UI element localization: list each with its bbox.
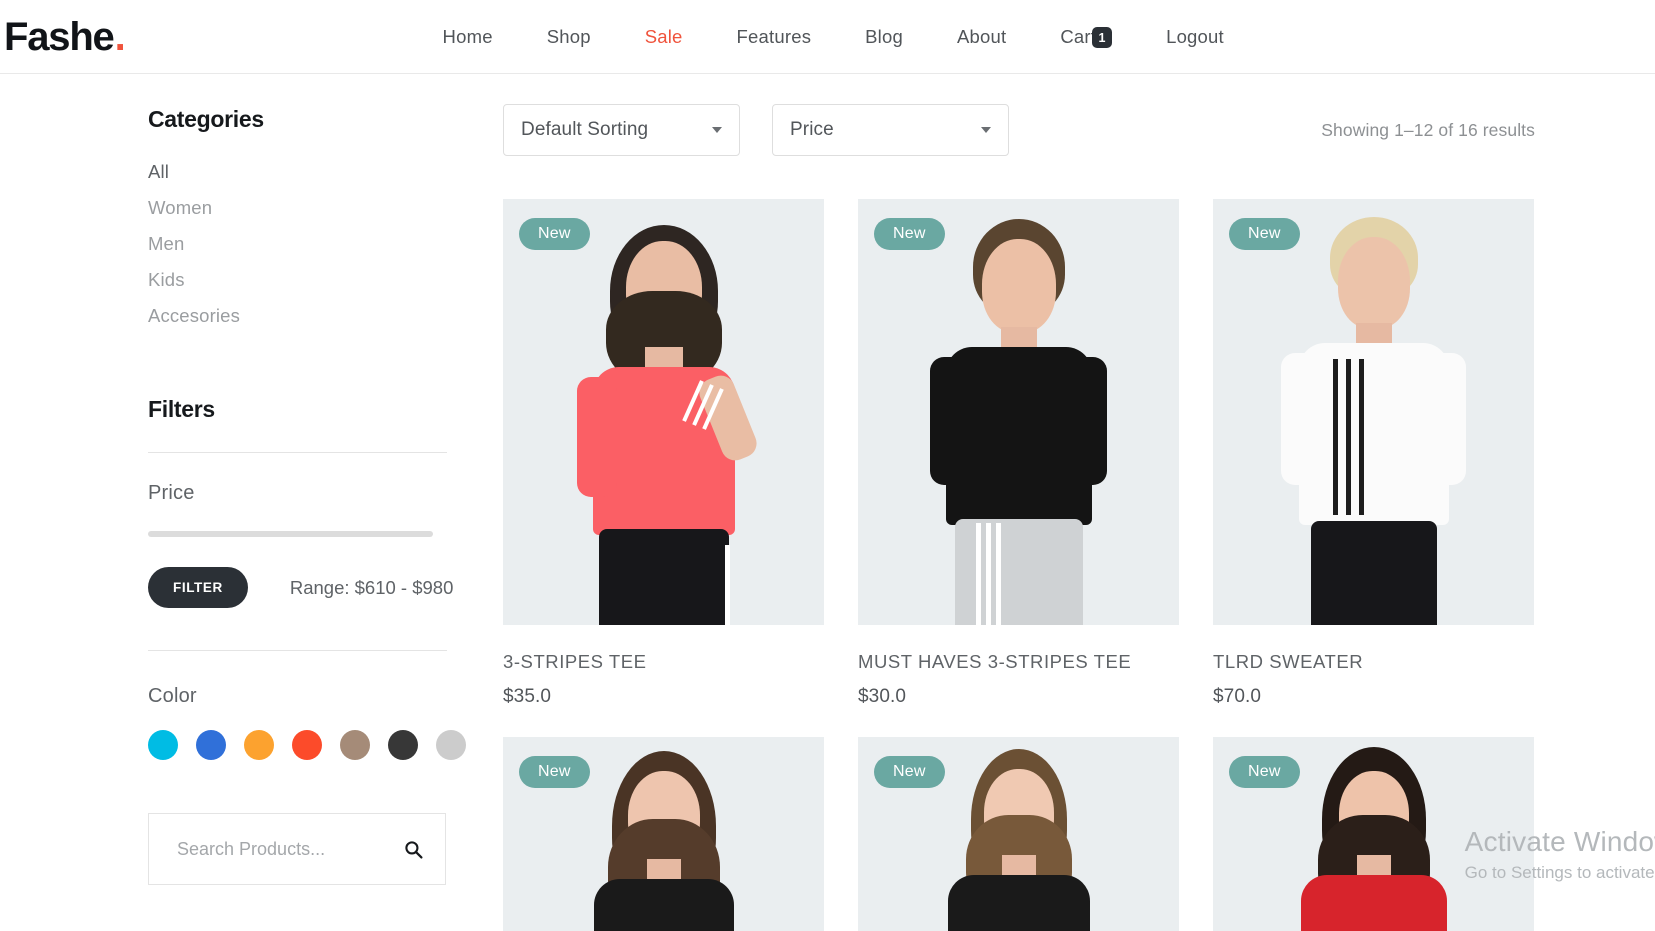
color-swatch-list — [148, 730, 503, 760]
chevron-down-icon — [981, 127, 991, 133]
product-card[interactable]: New TLRD SWEATER $70.0 — [1213, 199, 1534, 708]
filter-button[interactable]: FILTER — [148, 567, 248, 608]
product-photo-illustration — [1213, 199, 1534, 625]
product-photo-illustration — [858, 199, 1179, 625]
color-swatch-tan[interactable] — [340, 730, 370, 760]
nav-item-features[interactable]: Features — [737, 26, 812, 48]
color-filter-section: Color — [148, 685, 503, 760]
status-badge: New — [1229, 218, 1300, 250]
color-swatch-charcoal[interactable] — [388, 730, 418, 760]
product-card[interactable]: New — [858, 737, 1179, 931]
filters-section: Filters Price FILTER Range: $610 - $980 … — [148, 396, 503, 885]
filter-action-row: FILTER Range: $610 - $980 — [148, 567, 503, 608]
product-image[interactable]: New — [503, 199, 824, 625]
price-range-text: Range: $610 - $980 — [289, 576, 454, 598]
sorting-select-value: Default Sorting — [521, 119, 649, 140]
product-image[interactable]: New — [1213, 737, 1534, 931]
product-search-box[interactable] — [148, 813, 446, 885]
sidebar-item-women[interactable]: Women — [148, 190, 503, 226]
product-image[interactable]: New — [1213, 199, 1534, 625]
sorting-select[interactable]: Default Sorting — [503, 104, 740, 156]
filter-sidebar: Categories All Women Men Kids Accesories… — [0, 74, 503, 931]
nav-item-sale[interactable]: Sale — [645, 26, 683, 48]
cart-label: Cart — [1060, 25, 1097, 47]
filters-divider-top — [148, 452, 447, 453]
categories-title: Categories — [148, 106, 264, 132]
product-card[interactable]: New 3-STRIPES TEE $35.0 — [503, 199, 824, 708]
product-card[interactable]: New — [503, 737, 824, 931]
price-select[interactable]: Price — [772, 104, 1009, 156]
site-logo[interactable]: Fashe. — [0, 14, 126, 59]
nav-item-cart[interactable]: Cart 1 — [1060, 25, 1113, 48]
cart-count-badge: 1 — [1092, 27, 1113, 48]
product-grid: New 3-STRIPES TEE $35.0 New MUST HAVES 3… — [503, 199, 1535, 931]
product-image[interactable]: New — [858, 737, 1179, 931]
status-badge: New — [1229, 756, 1300, 788]
nav-item-about[interactable]: About — [957, 26, 1006, 48]
site-header: Fashe. Home Shop Sale Features Blog Abou… — [0, 0, 1655, 74]
page-body: Categories All Women Men Kids Accesories… — [0, 74, 1655, 931]
color-swatch-blue[interactable] — [196, 730, 226, 760]
sidebar-item-accesories[interactable]: Accesories — [148, 298, 503, 334]
chevron-down-icon — [712, 127, 722, 133]
color-swatch-orange[interactable] — [244, 730, 274, 760]
logo-dot: . — [114, 14, 126, 59]
product-price: $70.0 — [1213, 686, 1262, 707]
sidebar-item-all[interactable]: All — [148, 154, 503, 190]
search-icon[interactable] — [404, 840, 423, 859]
status-badge: New — [874, 756, 945, 788]
nav-item-logout[interactable]: Logout — [1166, 26, 1224, 48]
product-price: $30.0 — [858, 686, 907, 707]
color-swatch-light-gray[interactable] — [436, 730, 466, 760]
product-photo-illustration — [503, 199, 824, 625]
color-swatch-red[interactable] — [292, 730, 322, 760]
nav-item-blog[interactable]: Blog — [865, 26, 903, 48]
status-badge: New — [519, 218, 590, 250]
logo-text: Fashe — [4, 14, 115, 59]
color-filter-label: Color — [148, 685, 197, 707]
sidebar-item-kids[interactable]: Kids — [148, 262, 503, 298]
search-input[interactable] — [177, 838, 392, 860]
sidebar-item-men[interactable]: Men — [148, 226, 503, 262]
status-badge: New — [519, 756, 590, 788]
product-image[interactable]: New — [858, 199, 1179, 625]
price-select-value: Price — [790, 119, 834, 140]
main-navigation: Home Shop Sale Features Blog About Cart 1… — [443, 26, 1224, 48]
nav-item-shop[interactable]: Shop — [547, 26, 591, 48]
listing-toolbar: Default Sorting Price Showing 1–12 of 16… — [503, 104, 1535, 156]
product-card[interactable]: New — [1213, 737, 1534, 931]
product-card[interactable]: New MUST HAVES 3-STRIPES TEE $30.0 — [858, 199, 1179, 708]
product-price: $35.0 — [503, 686, 552, 707]
filters-title: Filters — [148, 396, 215, 422]
status-badge: New — [874, 218, 945, 250]
results-count: Showing 1–12 of 16 results — [1321, 119, 1535, 140]
filters-divider-bottom — [148, 650, 447, 651]
product-image[interactable]: New — [503, 737, 824, 931]
price-filter-label: Price — [148, 482, 195, 504]
nav-item-home[interactable]: Home — [443, 26, 493, 48]
product-name: 3-STRIPES TEE — [503, 651, 647, 672]
color-swatch-cyan[interactable] — [148, 730, 178, 760]
product-listing-area: Default Sorting Price Showing 1–12 of 16… — [503, 74, 1655, 931]
category-list: All Women Men Kids Accesories — [148, 154, 503, 334]
product-name: TLRD SWEATER — [1213, 651, 1364, 672]
product-name: MUST HAVES 3-STRIPES TEE — [858, 651, 1132, 672]
price-range-slider[interactable] — [148, 531, 433, 537]
